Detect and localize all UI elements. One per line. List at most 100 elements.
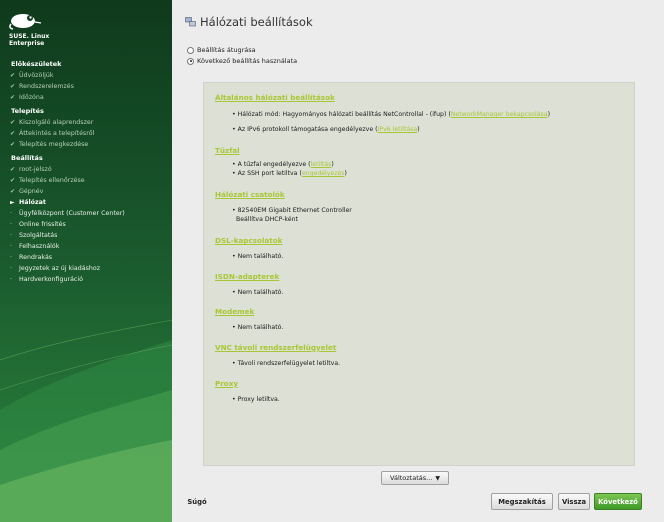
arrow-right-icon: ► bbox=[10, 199, 15, 206]
sidebar-item: · Hardverkonfiguráció bbox=[0, 274, 172, 285]
sidebar-decoration bbox=[0, 319, 172, 522]
proxy-line-1-text: Proxy letiltva. bbox=[237, 396, 280, 403]
section-vnc: VNC távoli rendszerfelügyelet bbox=[215, 343, 336, 352]
use-configuration-label: Következő beállítás használata bbox=[197, 57, 298, 65]
sidebar: SUSE. Linux Enterprise Előkészületek ✔ Üd… bbox=[0, 0, 172, 522]
sidebar-item-label: Ügyfélközpont (Customer Center) bbox=[19, 210, 125, 217]
sidebar-item-label: Üdvözöljük bbox=[19, 72, 54, 79]
check-icon: ✔ bbox=[10, 166, 16, 173]
sidebar-item: ✔ Gépnév bbox=[0, 186, 172, 197]
firewall-line-2-text: Az SSH port letiltva ( bbox=[237, 170, 302, 177]
section-title-dsl[interactable]: DSL-kapcsolatok bbox=[215, 236, 282, 245]
radio-button[interactable] bbox=[187, 46, 194, 54]
brand-text: SUSE. Linux Enterprise bbox=[9, 33, 49, 47]
section-title-proxy[interactable]: Proxy bbox=[215, 379, 238, 388]
dsl-line-1-text: Nem található. bbox=[237, 253, 284, 260]
section-interfaces: Hálózati csatolók bbox=[215, 190, 285, 199]
abort-button[interactable]: Megszakítás bbox=[491, 493, 553, 510]
sidebar-item-label: Hardverkonfiguráció bbox=[19, 276, 83, 283]
sidebar-item-label: Gépnév bbox=[19, 188, 44, 195]
check-icon: ✔ bbox=[10, 177, 16, 184]
general-line-2-text: Az IPv6 protokoll támogatása engedélyezv… bbox=[237, 126, 378, 133]
sidebar-item: ✔ Üdvözöljük bbox=[0, 70, 172, 81]
disable-firewall-link[interactable]: letiltás bbox=[311, 161, 332, 168]
sidebar-item: · Felhasználók bbox=[0, 241, 172, 252]
general-line-1-text: Hálózati mód: Hagyományos hálózati beáll… bbox=[237, 111, 451, 118]
sidebar-item: · Szolgáltatás bbox=[0, 230, 172, 241]
check-icon: ✔ bbox=[10, 72, 16, 79]
sidebar-item: · Online frissítés bbox=[0, 219, 172, 230]
sidebar-steps: Előkészületek ✔ Üdvözöljük ✔ Rendszerelemz… bbox=[0, 56, 172, 285]
sidebar-item-label: Hálózat bbox=[19, 199, 46, 206]
sidebar-item-label: Szolgáltatás bbox=[19, 232, 58, 239]
use-configuration-option[interactable]: Következő beállítás használata bbox=[187, 56, 297, 66]
sidebar-item: ✔ Áttekintés a telepítésről bbox=[0, 128, 172, 139]
section-title-modems[interactable]: Modemek bbox=[215, 307, 254, 316]
firewall-line-1: • A tűzfal engedélyezve (letiltás) bbox=[232, 161, 334, 168]
sidebar-item-current: ► Hálózat bbox=[0, 197, 172, 208]
brand-line-1: SUSE. Linux bbox=[9, 33, 50, 40]
sidebar-item-label: Rendszerelemzés bbox=[19, 83, 74, 90]
changes-button-label: Változtatás... bbox=[390, 474, 433, 482]
bullet-icon: · bbox=[10, 254, 12, 261]
check-icon: ✔ bbox=[10, 141, 16, 148]
back-button[interactable]: Vissza bbox=[558, 493, 590, 510]
general-line-1: • Hálózati mód: Hagyományos hálózati beá… bbox=[232, 111, 550, 118]
sidebar-section-installation: Telepítés bbox=[11, 107, 44, 115]
sidebar-section-configuration: Beállítás bbox=[11, 154, 43, 162]
sidebar-item: · Jegyzetek az új kiadáshoz bbox=[0, 263, 172, 274]
changes-dropdown-button[interactable]: Változtatás... ▼ bbox=[381, 471, 449, 485]
modems-line-1-text: Nem található. bbox=[237, 324, 284, 331]
section-title-firewall[interactable]: Tűzfal bbox=[215, 146, 240, 155]
enable-ssh-link[interactable]: engedélyezés bbox=[302, 170, 345, 177]
enable-networkmanager-link[interactable]: NetworkManager bekapcsolása bbox=[451, 111, 548, 118]
bullet-icon: · bbox=[10, 210, 12, 217]
help-button[interactable]: Súgó bbox=[185, 493, 209, 510]
bullet-icon: · bbox=[10, 243, 12, 250]
overview-panel: Általános hálózati beállítások • Hálózat… bbox=[203, 82, 635, 466]
section-proxy: Proxy bbox=[215, 379, 238, 388]
sidebar-item-label: root-jelszó bbox=[19, 166, 52, 173]
sidebar-item-label: Kiszolgáló alaprendszer bbox=[19, 119, 94, 126]
dropdown-arrow-icon: ▼ bbox=[435, 474, 440, 482]
check-icon: ✔ bbox=[10, 130, 16, 137]
isdn-line-1: • Nem található. bbox=[232, 289, 284, 296]
check-icon: ✔ bbox=[10, 188, 16, 195]
bullet-icon: · bbox=[10, 265, 12, 272]
sidebar-item-label: Telepítés ellenőrzése bbox=[19, 177, 85, 184]
firewall-line-2-end: ) bbox=[344, 170, 347, 177]
vnc-line-1-text: Távoli rendszerfelügyelet letiltva. bbox=[237, 360, 341, 367]
section-title-isdn[interactable]: ISDN-adapterek bbox=[215, 272, 279, 281]
bullet-icon: · bbox=[10, 276, 12, 283]
sidebar-item: · Rendrakás bbox=[0, 252, 172, 263]
check-icon: ✔ bbox=[10, 119, 16, 126]
check-icon: ✔ bbox=[10, 94, 16, 101]
sidebar-section-preparation: Előkészületek bbox=[11, 60, 62, 68]
main-panel: Hálózati beállítások Beállítás átugrása … bbox=[172, 0, 664, 522]
sidebar-item-label: Online frissítés bbox=[19, 221, 66, 228]
sidebar-item: ✔ Rendszerelemzés bbox=[0, 81, 172, 92]
section-title-interfaces[interactable]: Hálózati csatolók bbox=[215, 190, 285, 199]
general-line-2-end: ) bbox=[417, 126, 420, 133]
skip-configuration-label: Beállítás átugrása bbox=[197, 46, 256, 54]
disable-ipv6-link[interactable]: IPv6 letiltása bbox=[378, 126, 418, 133]
proxy-line-1: • Proxy letiltva. bbox=[232, 396, 280, 403]
section-title-general[interactable]: Általános hálózati beállítások bbox=[215, 93, 335, 102]
bullet-icon: · bbox=[10, 232, 12, 239]
modems-line-1: • Nem található. bbox=[232, 324, 284, 331]
skip-configuration-option[interactable]: Beállítás átugrása bbox=[187, 45, 256, 55]
sidebar-item-label: Rendrakás bbox=[19, 254, 53, 261]
vnc-line-1: • Távoli rendszerfelügyelet letiltva. bbox=[232, 360, 341, 367]
section-modems: Modemek bbox=[215, 307, 254, 316]
interfaces-line-1-text: 82540EM Gigabit Ethernet Controller bbox=[237, 207, 352, 214]
dsl-line-1: • Nem található. bbox=[232, 253, 284, 260]
section-isdn: ISDN-adapterek bbox=[215, 272, 279, 281]
radio-button-selected[interactable] bbox=[187, 57, 194, 65]
section-title-vnc[interactable]: VNC távoli rendszerfelügyelet bbox=[215, 343, 336, 352]
sidebar-item-label: Időzóna bbox=[19, 94, 44, 101]
sidebar-item-label: Jegyzetek az új kiadáshoz bbox=[19, 265, 101, 272]
next-button[interactable]: Következő bbox=[594, 493, 642, 510]
sidebar-item: ✔ Telepítés megkezdése bbox=[0, 139, 172, 150]
section-general: Általános hálózati beállítások bbox=[215, 93, 335, 102]
check-icon: ✔ bbox=[10, 83, 16, 90]
